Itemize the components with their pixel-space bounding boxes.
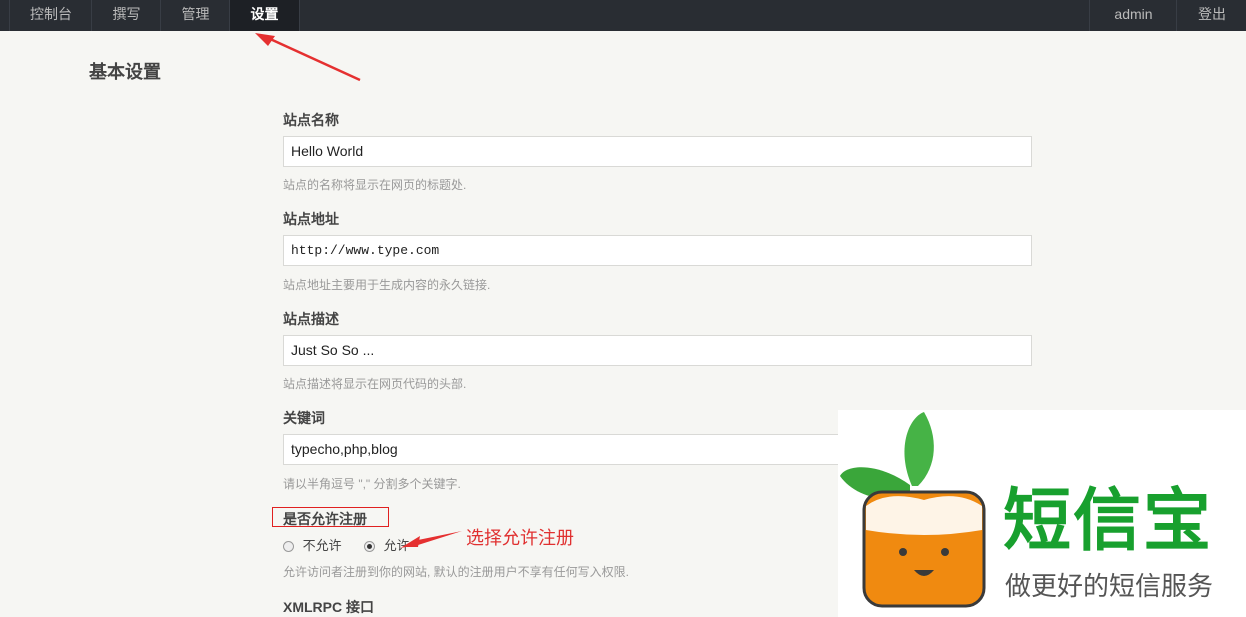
brand-title: 短信宝 bbox=[1003, 482, 1214, 561]
mascot-icon bbox=[840, 412, 986, 608]
brand-subtitle: 做更好的短信服务 bbox=[1005, 572, 1214, 602]
arrow-to-settings-icon bbox=[255, 33, 361, 82]
arrow-to-allow-icon bbox=[400, 531, 462, 548]
